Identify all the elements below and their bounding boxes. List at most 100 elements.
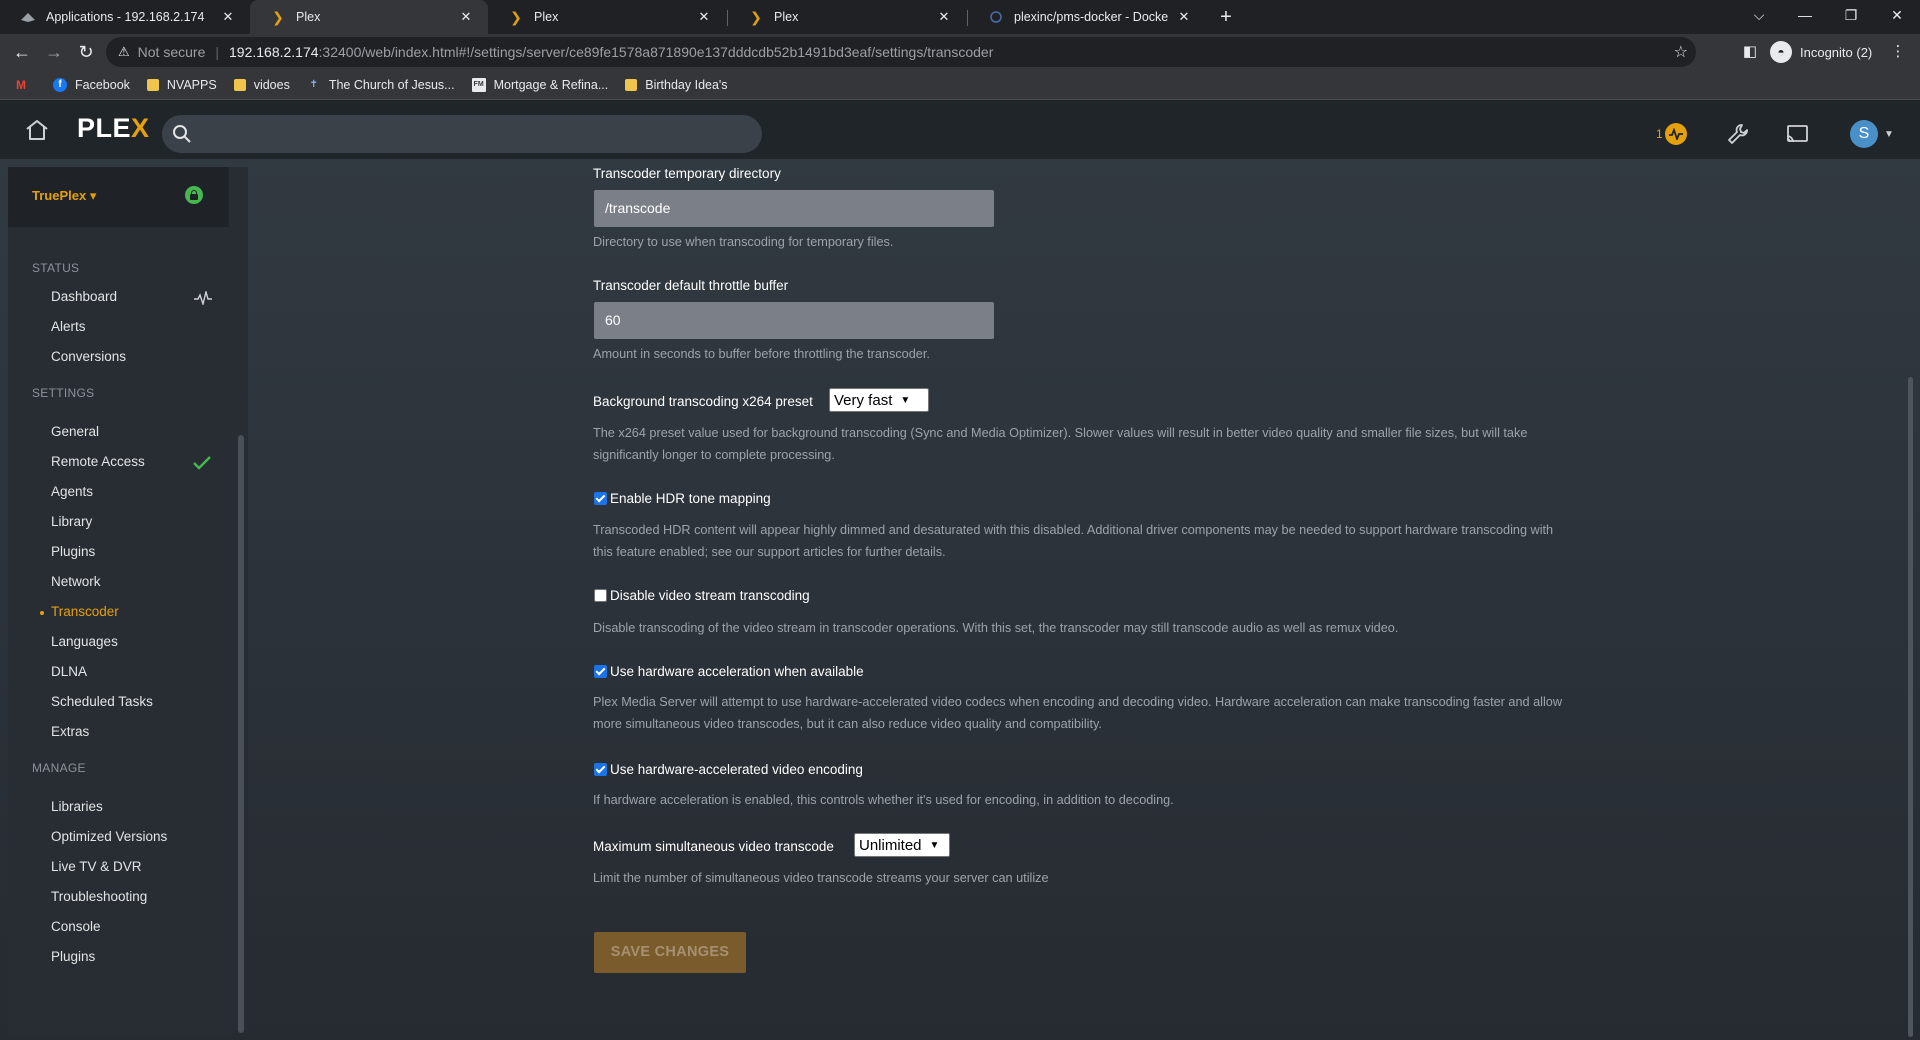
x264-preset-select[interactable]: Very fast ▼ <box>829 388 929 412</box>
disable-video-checkbox[interactable] <box>594 589 607 602</box>
throttle-help: Amount in seconds to buffer before throt… <box>593 347 930 361</box>
close-tab-icon[interactable]: ✕ <box>220 9 236 25</box>
url-path: :32400/web/index.html#!/settings/server/… <box>318 44 994 60</box>
cast-icon[interactable] <box>1784 121 1810 147</box>
sidebar-item-general[interactable]: General <box>51 424 99 439</box>
sidebar-item-optimized-versions[interactable]: Optimized Versions <box>51 829 167 844</box>
server-selector[interactable]: TruePlex ▾ <box>8 167 229 227</box>
throttle-input[interactable]: 60 <box>594 302 994 339</box>
browser-toolbar: ← → ↻ ⚠ Not secure | 192.168.2.174 :3240… <box>0 34 1920 70</box>
bookmark-birthday[interactable]: Birthday Idea's <box>625 77 728 92</box>
content-scrollbar[interactable] <box>1908 377 1913 1037</box>
close-tab-icon[interactable]: ✕ <box>1176 9 1192 25</box>
incognito-profile-button[interactable]: ◓ Incognito (2) <box>1770 40 1872 64</box>
bookmark-star-icon[interactable]: ☆ <box>1674 42 1688 62</box>
search-input[interactable] <box>162 115 762 153</box>
max-transcode-help: Limit the number of simultaneous video t… <box>593 871 1049 885</box>
sidebar-item-manage-plugins[interactable]: Plugins <box>51 949 95 964</box>
sidebar-item-scheduled-tasks[interactable]: Scheduled Tasks <box>51 694 153 709</box>
minimize-icon[interactable]: — <box>1782 0 1828 30</box>
back-icon[interactable]: ← <box>10 40 34 64</box>
sidebar-item-library[interactable]: Library <box>51 514 92 529</box>
bookmark-mortgage[interactable]: FM Mortgage & Refina... <box>471 77 608 92</box>
warning-icon: ⚠ <box>118 44 130 59</box>
apps-icon <box>20 9 36 25</box>
bookmark-label: Facebook <box>75 77 130 92</box>
hdr-checkbox[interactable] <box>594 492 607 505</box>
chevron-down-icon: ▼ <box>900 394 911 406</box>
x264-preset-label: Background transcoding x264 preset <box>593 394 813 409</box>
bookmarks-bar: M f Facebook NVAPPS vidoes ✝ The Church … <box>0 70 1920 100</box>
sidebar-item-alerts[interactable]: Alerts <box>51 319 86 334</box>
side-panel-icon[interactable]: ◧ <box>1740 42 1760 62</box>
sidebar-item-troubleshooting[interactable]: Troubleshooting <box>51 889 147 904</box>
sidebar-item-dlna[interactable]: DLNA <box>51 664 87 679</box>
temp-dir-input[interactable]: /transcode <box>594 190 994 227</box>
plex-logo[interactable]: PLEX <box>77 113 150 144</box>
wrench-settings-icon[interactable] <box>1725 121 1751 147</box>
home-icon[interactable] <box>24 118 50 142</box>
sidebar-item-live-tv-dvr[interactable]: Live TV & DVR <box>51 859 142 874</box>
sidebar-item-languages[interactable]: Languages <box>51 634 118 649</box>
logo-main: PLE <box>77 113 132 143</box>
address-bar[interactable]: ⚠ Not secure | 192.168.2.174 :32400/web/… <box>106 37 1696 67</box>
browser-tab-plex-2[interactable]: ❯ Plex ✕ <box>488 0 726 34</box>
browser-tab-strip: Applications - 192.168.2.174 ✕ ❯ Plex ✕ … <box>0 0 1920 34</box>
hw-accel-help: Plex Media Server will attempt to use ha… <box>593 695 1563 731</box>
user-menu[interactable]: S ▼ <box>1850 120 1894 148</box>
hw-encode-checkbox[interactable] <box>594 763 607 776</box>
sidebar-item-transcoder[interactable]: Transcoder <box>51 604 119 619</box>
bookmark-vidoes[interactable]: vidoes <box>233 77 290 92</box>
bookmark-label: NVAPPS <box>166 77 217 92</box>
sidebar-item-console[interactable]: Console <box>51 919 101 934</box>
browser-tab-applications[interactable]: Applications - 192.168.2.174 ✕ <box>0 0 250 34</box>
bookmark-facebook[interactable]: f Facebook <box>53 77 130 92</box>
sidebar-item-agents[interactable]: Agents <box>51 484 93 499</box>
disable-video-label: Disable video stream transcoding <box>610 588 810 603</box>
close-tab-icon[interactable]: ✕ <box>936 9 952 25</box>
hw-accel-label: Use hardware acceleration when available <box>610 664 864 679</box>
restore-icon[interactable]: ❐ <box>1828 0 1874 30</box>
temp-dir-label: Transcoder temporary directory <box>593 166 781 181</box>
sidebar-item-libraries[interactable]: Libraries <box>51 799 103 814</box>
reload-icon[interactable]: ↻ <box>74 40 98 64</box>
new-tab-button[interactable]: + <box>1214 6 1238 28</box>
forward-icon[interactable]: → <box>42 40 66 64</box>
browser-tab-plex-active[interactable]: ❯ Plex ✕ <box>250 0 488 34</box>
throttle-label: Transcoder default throttle buffer <box>593 278 789 293</box>
bookmark-label: vidoes <box>253 77 290 92</box>
sidebar-item-network[interactable]: Network <box>51 574 101 589</box>
save-changes-button[interactable]: SAVE CHANGES <box>594 932 746 973</box>
sidebar-item-plugins[interactable]: Plugins <box>51 544 95 559</box>
sidebar-item-dashboard[interactable]: Dashboard <box>51 289 117 304</box>
pulse-icon <box>194 291 212 305</box>
close-tab-icon[interactable]: ✕ <box>458 9 474 25</box>
hdr-label: Enable HDR tone mapping <box>610 491 771 506</box>
sidebar-item-remote-access[interactable]: Remote Access <box>51 454 145 469</box>
browser-tab-docker[interactable]: plexinc/pms-docker - Docker Ima ✕ <box>968 0 1206 34</box>
tab-search-icon[interactable]: ⌵ <box>1736 0 1782 30</box>
browser-tab-plex-3[interactable]: ❯ Plex ✕ <box>728 0 966 34</box>
folder-icon <box>625 78 638 91</box>
bookmark-gmail[interactable]: M <box>14 78 36 92</box>
activity-button[interactable]: 1 <box>1656 123 1687 145</box>
plex-top-bar: PLEX 1 S ▼ <box>0 101 1920 159</box>
more-menu-icon[interactable]: ⋮ <box>1888 42 1908 62</box>
incognito-icon: ◓ <box>1770 41 1792 63</box>
hw-accel-checkbox[interactable] <box>594 665 607 678</box>
facebook-icon: f <box>53 77 67 92</box>
server-name: TruePlex ▾ <box>32 188 97 203</box>
sidebar-scrollbar[interactable] <box>238 435 244 1033</box>
sidebar-item-conversions[interactable]: Conversions <box>51 349 126 364</box>
activity-count: 1 <box>1656 127 1663 141</box>
bookmark-church[interactable]: ✝ The Church of Jesus... <box>307 78 455 92</box>
check-icon <box>193 456 211 470</box>
divider: | <box>215 44 219 60</box>
max-transcode-select[interactable]: Unlimited ▼ <box>854 833 950 857</box>
close-tab-icon[interactable]: ✕ <box>696 9 712 25</box>
close-window-icon[interactable]: ✕ <box>1874 0 1920 30</box>
docker-icon <box>988 9 1004 25</box>
bookmark-label: Birthday Idea's <box>645 77 728 92</box>
sidebar-item-extras[interactable]: Extras <box>51 724 89 739</box>
bookmark-nvapps[interactable]: NVAPPS <box>146 77 217 92</box>
